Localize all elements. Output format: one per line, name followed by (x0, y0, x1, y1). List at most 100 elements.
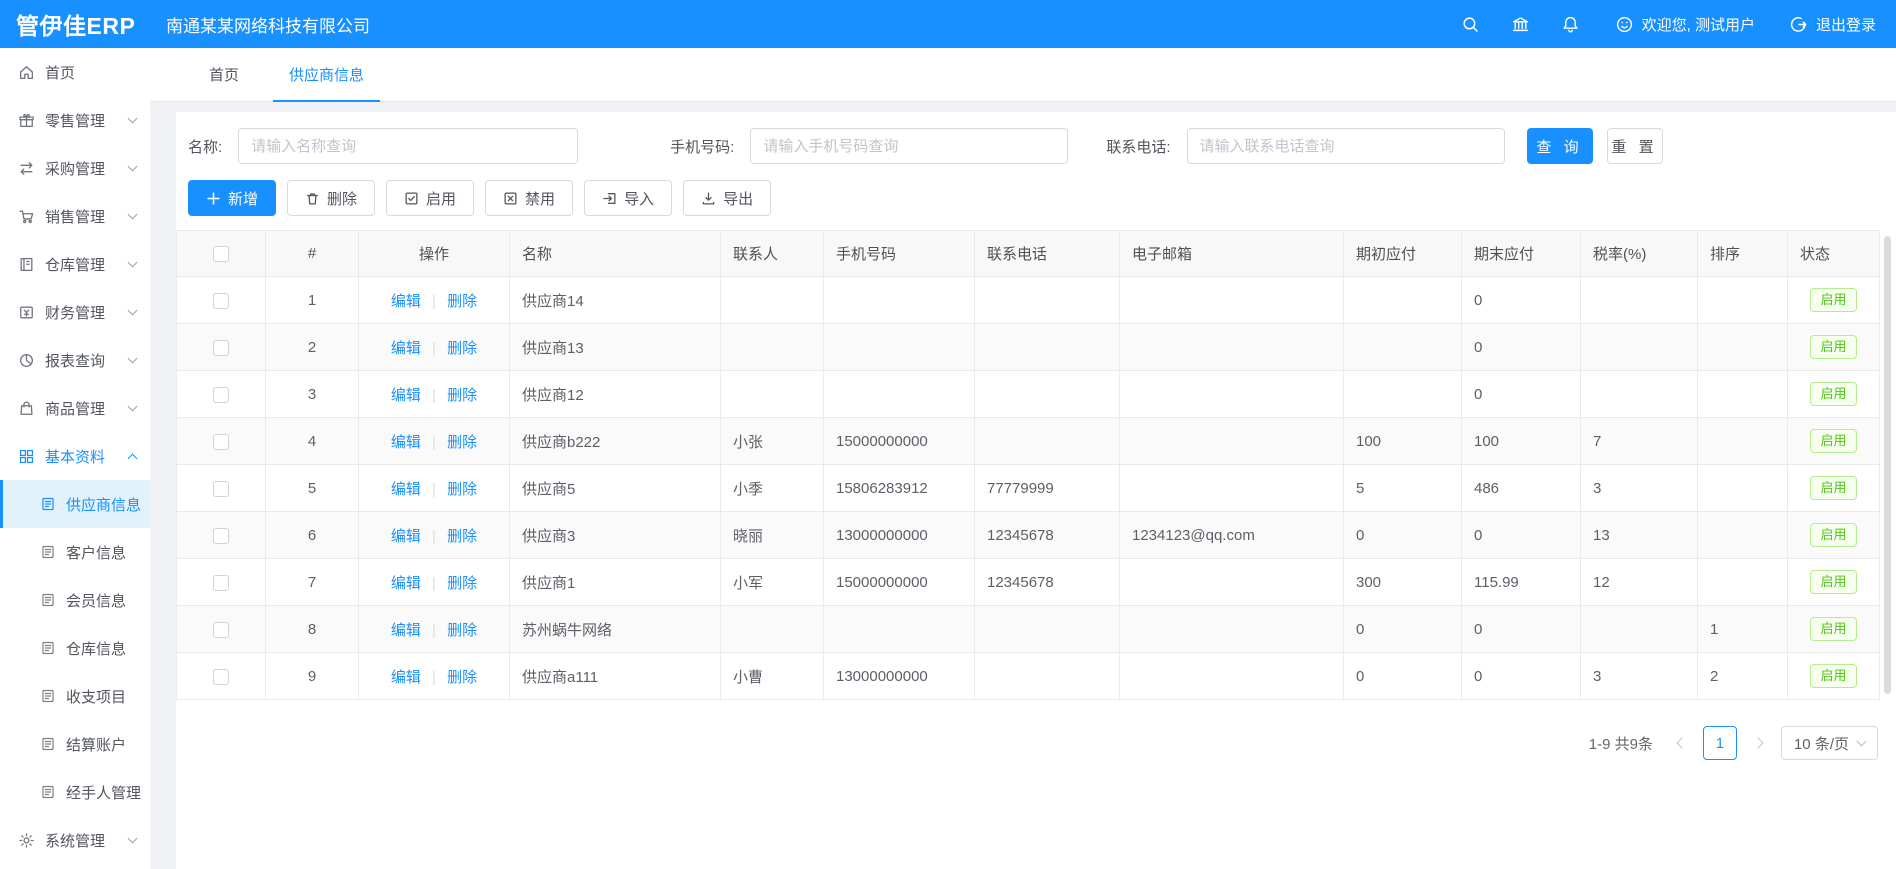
tab-0[interactable]: 首页 (193, 48, 255, 101)
cell-closing-payable: 0 (1462, 653, 1581, 700)
chevron-up-icon (128, 453, 138, 463)
sidebar-item-8[interactable]: 基本资料 (0, 432, 150, 480)
edit-link[interactable]: 编辑 (391, 528, 421, 545)
cell-mobile (824, 606, 975, 653)
enable-button[interactable]: 启用 (386, 180, 474, 216)
doc-icon (40, 592, 56, 608)
sidebar-subitem[interactable]: 仓库信息 (0, 624, 150, 672)
delete-button[interactable]: 删除 (287, 180, 375, 216)
edit-link[interactable]: 编辑 (391, 293, 421, 310)
delete-link[interactable]: 删除 (447, 575, 477, 592)
edit-link[interactable]: 编辑 (391, 622, 421, 639)
edit-link[interactable]: 编辑 (391, 434, 421, 451)
row-checkbox[interactable] (213, 293, 229, 309)
cell-sort (1698, 559, 1788, 606)
cell-name: 供应商12 (510, 371, 721, 418)
search-form: 名称: 手机号码: 联系电话: 查 询 重 置 (176, 128, 1896, 164)
name-search-input[interactable] (238, 128, 578, 164)
prev-page-button[interactable] (1667, 727, 1697, 759)
cell-closing-payable: 100 (1462, 418, 1581, 465)
cell-email: 1234123@qq.com (1120, 512, 1344, 559)
sidebar-item-1[interactable]: 零售管理 (0, 96, 150, 144)
logout-button[interactable]: 退出登录 (1789, 14, 1876, 35)
link-separator: | (432, 293, 436, 310)
cell-status: 启用 (1788, 512, 1880, 559)
page-size-select[interactable]: 10 条/页 (1781, 726, 1878, 760)
edit-link[interactable]: 编辑 (391, 669, 421, 686)
delete-link[interactable]: 删除 (447, 622, 477, 639)
cell-actions: 编辑 | 删除 (359, 559, 510, 606)
tel-search-input[interactable] (1187, 128, 1505, 164)
sidebar-item-9[interactable]: 系统管理 (0, 816, 150, 864)
query-button[interactable]: 查 询 (1527, 128, 1593, 164)
sidebar-subitem[interactable]: 收支项目 (0, 672, 150, 720)
cell-sort (1698, 324, 1788, 371)
chevron-down-icon (128, 834, 138, 844)
sidebar-item-2[interactable]: 采购管理 (0, 144, 150, 192)
row-checkbox[interactable] (213, 340, 229, 356)
disable-button[interactable]: 禁用 (485, 180, 573, 216)
cell-mobile: 13000000000 (824, 512, 975, 559)
cell-closing-payable: 0 (1462, 606, 1581, 653)
delete-link[interactable]: 删除 (447, 387, 477, 404)
cell-name: 供应商5 (510, 465, 721, 512)
sidebar-subitem[interactable]: 供应商信息 (0, 480, 150, 528)
add-button[interactable]: 新增 (188, 180, 276, 216)
sidebar-subitem[interactable]: 结算账户 (0, 720, 150, 768)
sidebar-item-7[interactable]: 商品管理 (0, 384, 150, 432)
doc-icon (40, 736, 56, 752)
sidebar-item-5[interactable]: 财务管理 (0, 288, 150, 336)
status-badge: 启用 (1810, 570, 1856, 594)
cell-index: 1 (266, 277, 359, 324)
sidebar-item-6[interactable]: 报表查询 (0, 336, 150, 384)
edit-link[interactable]: 编辑 (391, 575, 421, 592)
row-checkbox[interactable] (213, 434, 229, 450)
edit-link[interactable]: 编辑 (391, 481, 421, 498)
cell-contact (721, 277, 824, 324)
table-row: 2 编辑 | 删除 供应商13 0 启用 (177, 324, 1880, 371)
delete-link[interactable]: 删除 (447, 669, 477, 686)
cell-opening-payable: 100 (1344, 418, 1462, 465)
sidebar-subitem[interactable]: 会员信息 (0, 576, 150, 624)
page-number-1[interactable]: 1 (1703, 726, 1737, 760)
header-actions: 欢迎您, 测试用户 退出登录 (1431, 14, 1896, 35)
reset-button[interactable]: 重 置 (1607, 128, 1663, 164)
row-checkbox[interactable] (213, 669, 229, 685)
row-checkbox[interactable] (213, 575, 229, 591)
bank-icon[interactable] (1511, 14, 1531, 34)
import-button[interactable]: 导入 (584, 180, 672, 216)
row-checkbox[interactable] (213, 528, 229, 544)
phone-search-input[interactable] (750, 128, 1068, 164)
chevron-right-icon (1752, 737, 1763, 748)
sidebar-item-0[interactable]: 首页 (0, 48, 150, 96)
status-badge: 启用 (1810, 664, 1856, 688)
export-button[interactable]: 导出 (683, 180, 771, 216)
search-icon[interactable] (1461, 14, 1481, 34)
cell-opening-payable (1344, 371, 1462, 418)
edit-link[interactable]: 编辑 (391, 340, 421, 357)
cell-tel: 12345678 (975, 559, 1120, 606)
welcome-user[interactable]: 欢迎您, 测试用户 (1615, 14, 1755, 35)
delete-link[interactable]: 删除 (447, 434, 477, 451)
sidebar-subitem[interactable]: 经手人管理 (0, 768, 150, 816)
bell-icon[interactable] (1561, 14, 1581, 34)
cell-mobile: 15806283912 (824, 465, 975, 512)
row-checkbox[interactable] (213, 481, 229, 497)
edit-link[interactable]: 编辑 (391, 387, 421, 404)
table-scrollbar[interactable] (1884, 236, 1891, 694)
sidebar-item-3[interactable]: 销售管理 (0, 192, 150, 240)
tab-1[interactable]: 供应商信息 (273, 48, 380, 101)
row-checkbox[interactable] (213, 387, 229, 403)
delete-link[interactable]: 删除 (447, 481, 477, 498)
delete-link[interactable]: 删除 (447, 293, 477, 310)
sidebar-item-4[interactable]: 仓库管理 (0, 240, 150, 288)
cell-opening-payable: 300 (1344, 559, 1462, 606)
select-all-checkbox[interactable] (213, 246, 229, 262)
delete-link[interactable]: 删除 (447, 340, 477, 357)
sidebar-subitem[interactable]: 客户信息 (0, 528, 150, 576)
cell-email (1120, 653, 1344, 700)
row-checkbox[interactable] (213, 622, 229, 638)
delete-link[interactable]: 删除 (447, 528, 477, 545)
link-separator: | (432, 575, 436, 592)
next-page-button[interactable] (1743, 727, 1773, 759)
